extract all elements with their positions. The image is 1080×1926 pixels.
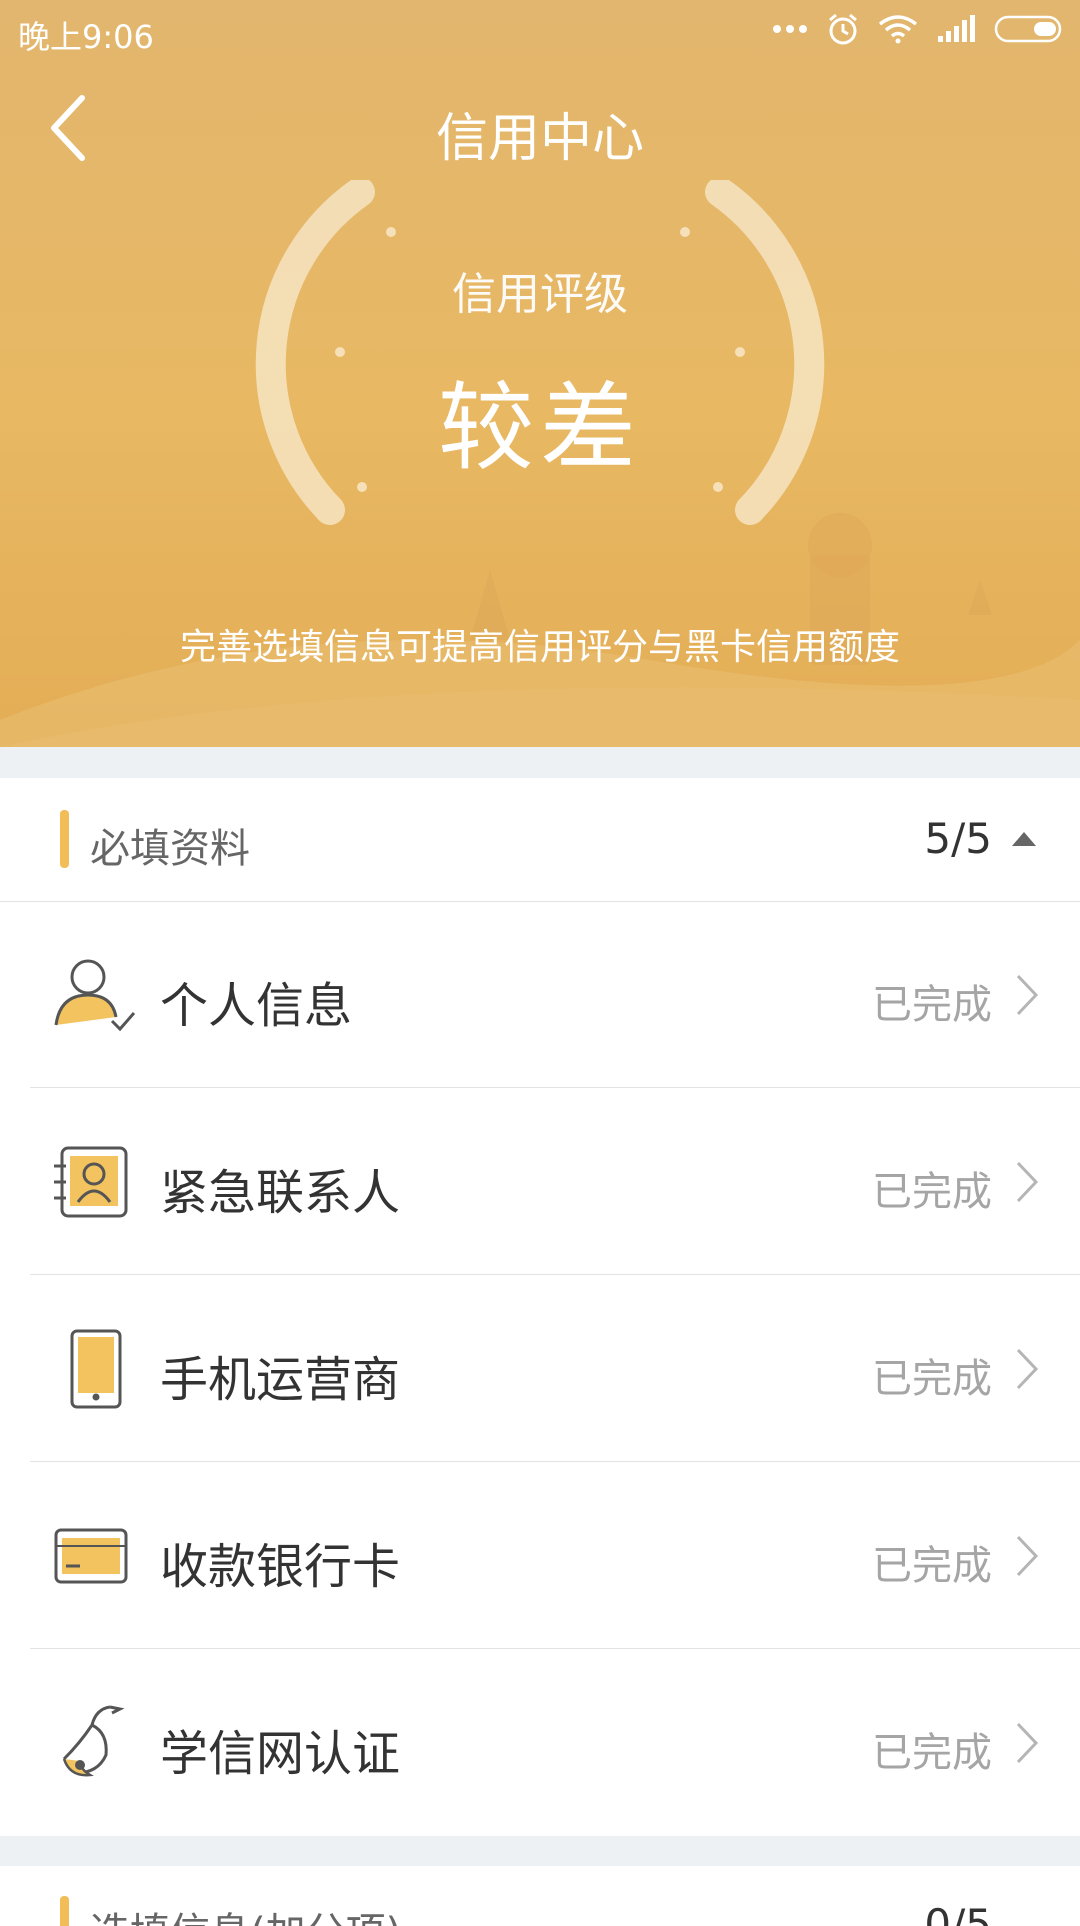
chevron-right-icon bbox=[1016, 974, 1039, 1016]
list-item-emergency-contact[interactable]: 紧急联系人 已完成 bbox=[0, 1089, 1080, 1275]
list-item-mobile-carrier[interactable]: 手机运营商 已完成 bbox=[0, 1276, 1080, 1462]
divider bbox=[30, 1648, 1080, 1649]
status-time: 晚上9:06 bbox=[18, 18, 154, 56]
list-item-chsi-verification[interactable]: 学信网认证 已完成 bbox=[0, 1650, 1080, 1836]
section-accent-bar bbox=[60, 1896, 69, 1926]
item-status: 已完成 bbox=[872, 1169, 992, 1215]
section-title: 必填资料 bbox=[90, 826, 250, 872]
credit-header: 晚上9:06 信用中心 信用评级 较差 完善选填信息可提高信用评分与黑卡信用额度 bbox=[0, 0, 1080, 747]
section-accent-bar bbox=[60, 810, 69, 868]
item-label: 收款银行卡 bbox=[160, 1539, 401, 1595]
rating-value: 较差 bbox=[438, 372, 642, 484]
page-title: 信用中心 bbox=[435, 109, 644, 169]
item-status: 已完成 bbox=[872, 982, 992, 1028]
item-label: 紧急联系人 bbox=[160, 1165, 401, 1221]
person-icon bbox=[54, 959, 136, 1032]
alarm-icon bbox=[829, 13, 857, 45]
item-label: 手机运营商 bbox=[160, 1352, 401, 1408]
chevron-right-icon bbox=[1016, 1161, 1039, 1203]
section-title: 选填信息(加分项) bbox=[90, 1900, 401, 1926]
chsi-bird-icon bbox=[62, 1705, 125, 1777]
item-status: 已完成 bbox=[872, 1730, 992, 1776]
required-info-card: 必填资料 5/5 个人信息 已完成 紧急联系人 已完成 手机运营商 已完成 收款… bbox=[0, 778, 1080, 1836]
section-count: 0/5 bbox=[924, 1900, 992, 1926]
item-label: 学信网认证 bbox=[160, 1726, 401, 1782]
optional-section-header[interactable]: 选填信息(加分项) 0/5 bbox=[0, 1866, 1080, 1926]
bank-card-icon bbox=[54, 1528, 128, 1584]
collapse-arrow-icon[interactable] bbox=[1012, 832, 1036, 846]
divider bbox=[30, 1087, 1080, 1088]
section-count: 5/5 bbox=[924, 814, 992, 863]
signal-icon bbox=[938, 15, 975, 42]
chevron-right-icon bbox=[1016, 1348, 1039, 1390]
required-section-header[interactable]: 必填资料 5/5 bbox=[0, 778, 1080, 902]
list-item-bank-card[interactable]: 收款银行卡 已完成 bbox=[0, 1463, 1080, 1649]
item-status: 已完成 bbox=[872, 1543, 992, 1589]
divider bbox=[30, 1274, 1080, 1275]
wifi-icon bbox=[878, 15, 918, 44]
more-dots-icon bbox=[773, 25, 807, 33]
status-icons bbox=[772, 12, 1064, 46]
contact-card-icon bbox=[54, 1146, 128, 1218]
battery-icon bbox=[994, 15, 1062, 43]
status-bar: 晚上9:06 bbox=[0, 0, 1080, 62]
chevron-right-icon bbox=[1016, 1535, 1039, 1577]
item-status: 已完成 bbox=[872, 1356, 992, 1402]
phone-icon bbox=[70, 1329, 122, 1409]
list-item-personal-info[interactable]: 个人信息 已完成 bbox=[0, 902, 1080, 1088]
chevron-right-icon bbox=[1016, 1722, 1039, 1764]
item-label: 个人信息 bbox=[160, 978, 353, 1034]
credit-tip: 完善选填信息可提高信用评分与黑卡信用额度 bbox=[179, 627, 900, 668]
divider bbox=[30, 1461, 1080, 1462]
rating-label: 信用评级 bbox=[452, 269, 628, 320]
